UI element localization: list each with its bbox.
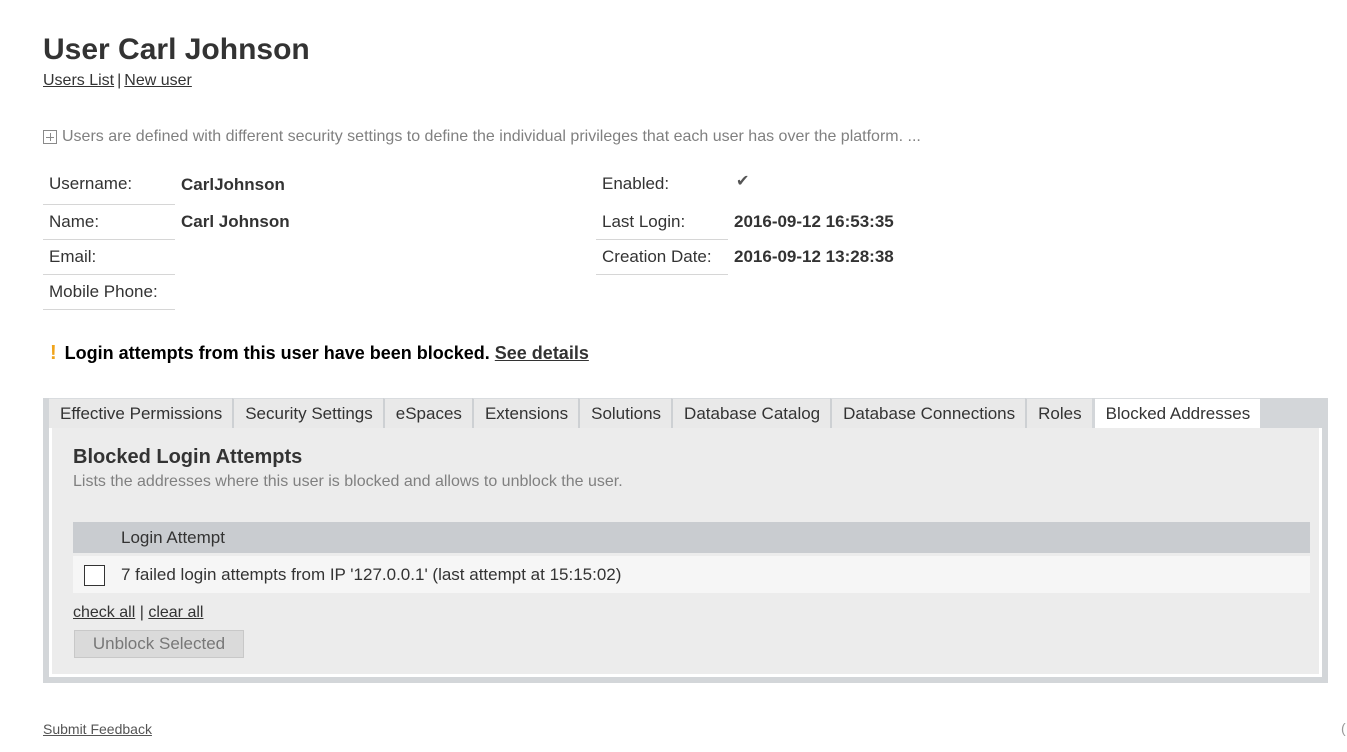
enabled-row: Enabled: ✔: [596, 173, 996, 205]
creation-date-value: 2016-09-12 13:28:38: [734, 247, 894, 266]
edge-glyph: (: [1341, 720, 1346, 736]
tab-panel: Blocked Login Attempts Lists the address…: [43, 428, 1328, 683]
name-value: Carl Johnson: [181, 212, 290, 231]
table-header-login-attempt: Login Attempt: [73, 522, 1310, 553]
last-login-row: Last Login: 2016-09-12 16:53:35: [596, 212, 996, 240]
tab-effective-permissions[interactable]: Effective Permissions: [49, 398, 233, 428]
tab-solutions[interactable]: Solutions: [578, 398, 672, 428]
link-separator: |: [117, 72, 122, 89]
email-row: Email:: [43, 247, 443, 275]
alert-text: Login attempts from this user have been …: [64, 343, 490, 363]
last-login-label: Last Login:: [596, 212, 728, 240]
section-title: Blocked Login Attempts: [73, 446, 303, 468]
tab-extensions[interactable]: Extensions: [471, 398, 579, 428]
creation-date-row: Creation Date: 2016-09-12 13:28:38: [596, 247, 996, 275]
intro-description: Users are defined with different securit…: [43, 127, 921, 146]
name-label: Name:: [43, 212, 175, 240]
see-details-link[interactable]: See details: [495, 343, 589, 363]
users-list-link[interactable]: Users List: [43, 72, 114, 89]
mobile-phone-label: Mobile Phone:: [43, 282, 175, 310]
footer: Submit Feedback: [43, 721, 152, 737]
page-title: User Carl Johnson: [43, 33, 310, 66]
tab-blocked-addresses[interactable]: Blocked Addresses: [1094, 398, 1261, 428]
tab-roles[interactable]: Roles: [1025, 398, 1092, 428]
tab-security-settings[interactable]: Security Settings: [232, 398, 383, 428]
name-row: Name: Carl Johnson: [43, 212, 443, 240]
username-row: Username: CarlJohnson: [43, 174, 443, 205]
intro-text: Users are defined with different securit…: [62, 128, 921, 145]
blocked-addresses-content: Blocked Login Attempts Lists the address…: [49, 428, 1322, 677]
creation-date-label: Creation Date:: [596, 247, 728, 275]
check-links: check all | clear all: [73, 604, 203, 622]
last-login-value: 2016-09-12 16:53:35: [734, 212, 894, 231]
unblock-selected-button[interactable]: Unblock Selected: [74, 630, 244, 658]
row-checkbox[interactable]: [84, 565, 105, 586]
check-links-separator: |: [139, 604, 144, 621]
check-all-link[interactable]: check all: [73, 604, 135, 621]
exclamation-icon: !: [50, 342, 57, 364]
tab-database-connections[interactable]: Database Connections: [830, 398, 1026, 428]
checkmark-icon: ✔: [736, 173, 750, 190]
blocked-alert: ! Login attempts from this user have been…: [50, 342, 589, 365]
submit-feedback-link[interactable]: Submit Feedback: [43, 721, 152, 737]
username-label: Username:: [43, 174, 175, 205]
email-label: Email:: [43, 247, 175, 275]
enabled-label: Enabled:: [602, 174, 670, 193]
title-links: Users List | New user: [43, 72, 192, 90]
tab-bar: Effective Permissions Security Settings …: [43, 398, 1328, 428]
table-row: 7 failed login attempts from IP '127.0.0…: [73, 556, 1310, 593]
section-description: Lists the addresses where this user is b…: [73, 473, 623, 490]
username-value: CarlJohnson: [181, 175, 285, 194]
clear-all-link[interactable]: clear all: [148, 604, 203, 621]
tab-espaces[interactable]: eSpaces: [382, 398, 472, 428]
blocked-attempts-table: Login Attempt 7 failed login attempts fr…: [73, 522, 1310, 593]
tab-database-catalog[interactable]: Database Catalog: [671, 398, 831, 428]
row-text: 7 failed login attempts from IP '127.0.0…: [121, 565, 622, 584]
new-user-link[interactable]: New user: [124, 72, 192, 89]
mobile-phone-row: Mobile Phone:: [43, 282, 443, 310]
plus-box-icon[interactable]: [43, 130, 57, 144]
